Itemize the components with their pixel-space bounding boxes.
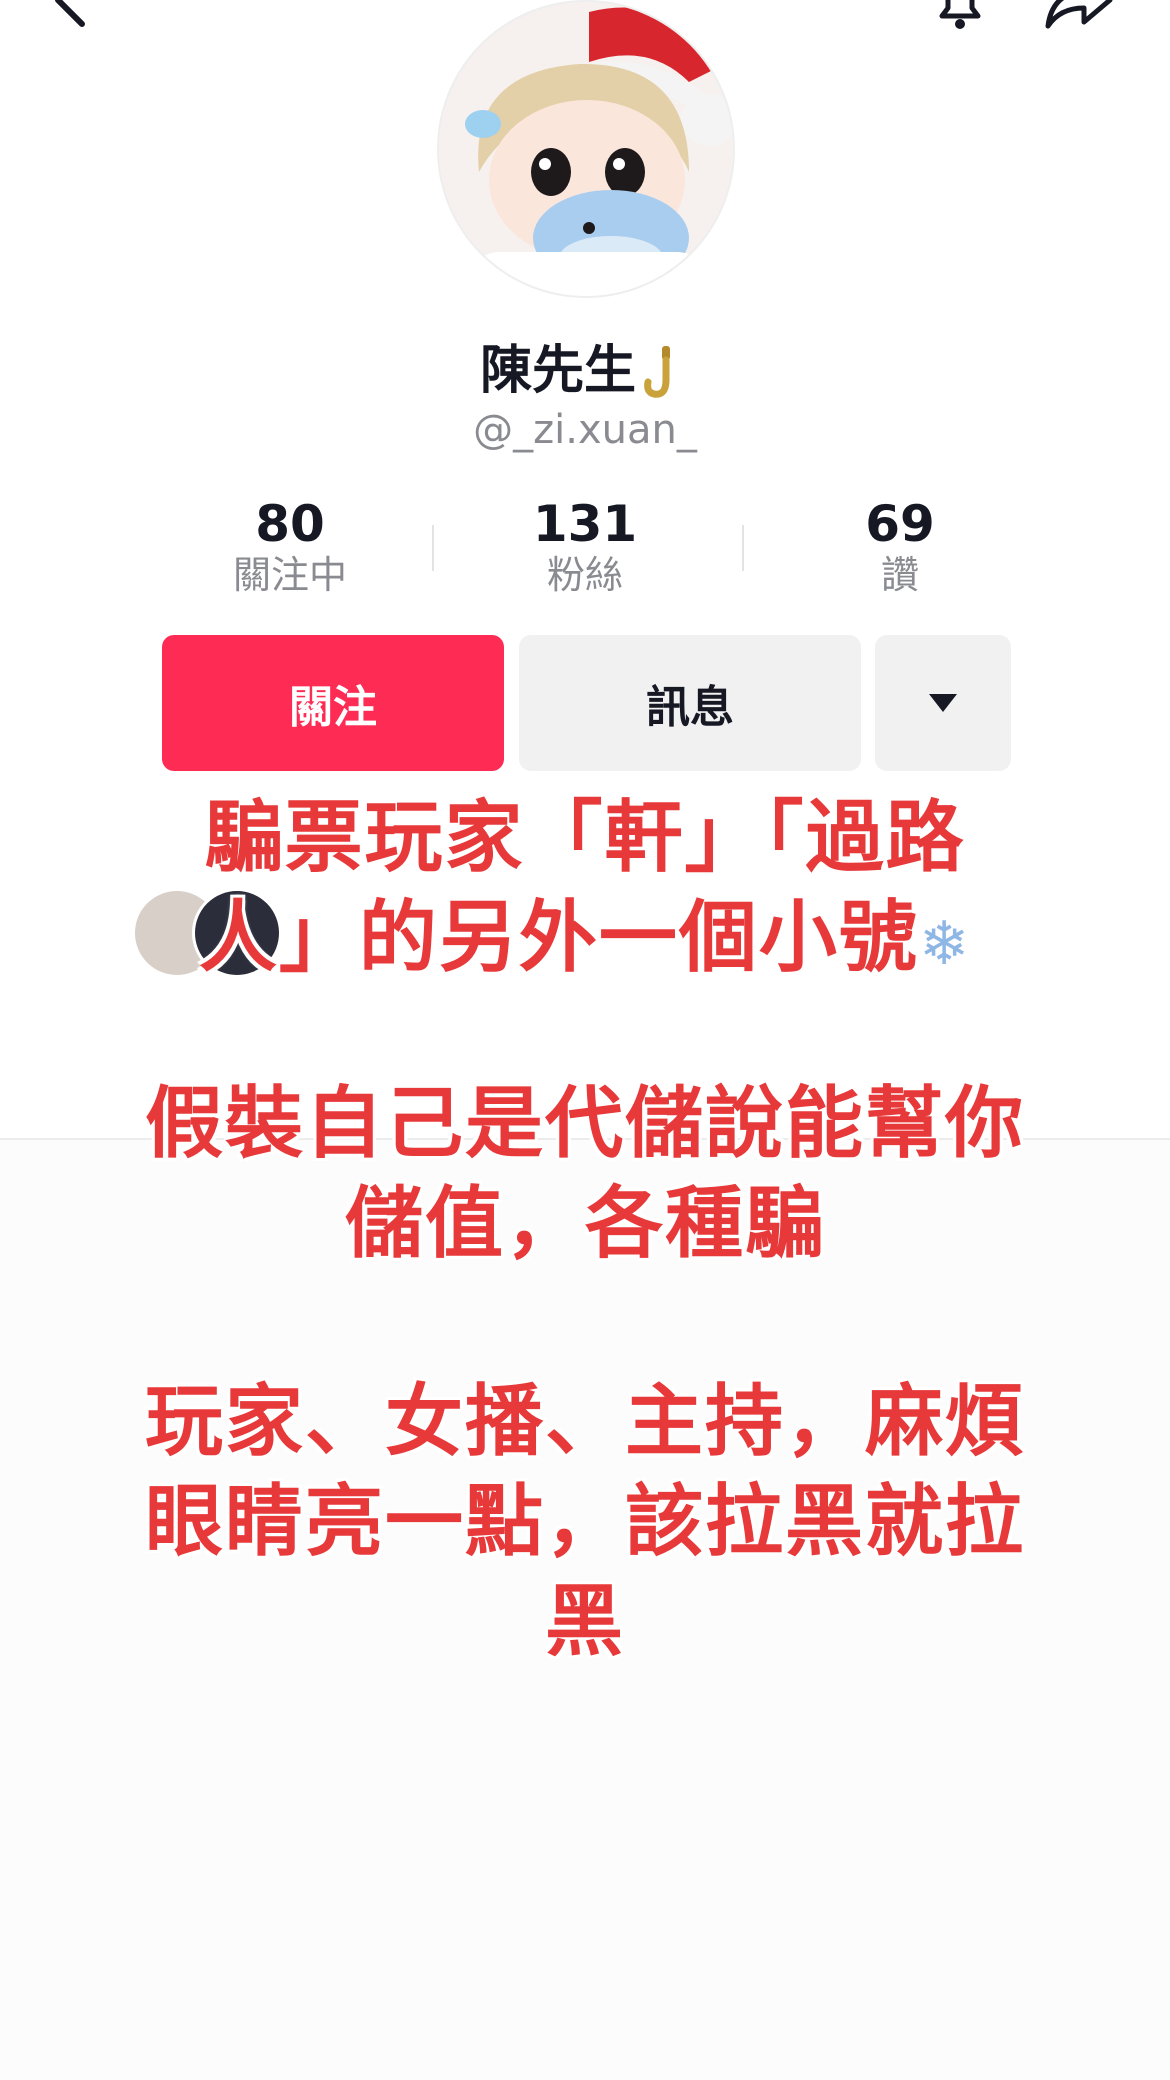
stat-likes[interactable]: 69 讚 xyxy=(760,495,1040,597)
message-button[interactable]: 訊息 xyxy=(519,635,861,771)
stat-following-label: 關注中 xyxy=(232,553,347,597)
overlay-line-1: 騙票玩家「軒」「過路 xyxy=(204,793,966,883)
display-name-row: 陳先生 xyxy=(0,328,1170,404)
stat-divider xyxy=(742,525,744,571)
hook-icon xyxy=(644,346,670,398)
stat-followers-label: 粉絲 xyxy=(546,553,623,597)
back-arrow-icon[interactable] xyxy=(44,0,104,30)
display-name: 陳先生 xyxy=(479,341,636,401)
stat-following[interactable]: 80 關注中 xyxy=(150,495,430,597)
profile-actions: 關注 訊息 xyxy=(0,635,1170,771)
stat-followers[interactable]: 131 粉絲 xyxy=(445,495,725,597)
overlay-line-3: 假裝自己是代儲說能幫你 xyxy=(144,1079,1025,1169)
avatar-illustration xyxy=(439,2,733,296)
stat-likes-label: 讚 xyxy=(880,553,919,597)
stat-divider xyxy=(432,525,434,571)
stat-following-count: 80 xyxy=(255,495,325,553)
overlay-line-7: 黑 xyxy=(544,1577,625,1667)
stat-likes-count: 69 xyxy=(865,495,935,553)
username-handle: @_zi.xuan_ xyxy=(473,407,697,453)
stat-followers-count: 131 xyxy=(532,495,638,553)
share-icon[interactable] xyxy=(1040,0,1116,32)
overlay-line-5: 玩家、女播、主持，麻煩 xyxy=(144,1377,1025,1467)
overlay-line-6: 眼睛亮一點，該拉黑就拉 xyxy=(144,1477,1025,1567)
overlay-line-2-text: 人」的另外一個小號 xyxy=(198,893,919,983)
bell-icon[interactable] xyxy=(928,0,992,36)
more-options-button[interactable] xyxy=(875,635,1011,771)
overlay-line-2: 人」的另外一個小號❄ xyxy=(0,888,1170,994)
overlay-line-4: 儲值，各種騙 xyxy=(344,1179,825,1269)
follow-button[interactable]: 關注 xyxy=(162,635,504,771)
avatar-image xyxy=(437,0,735,298)
profile-stats: 80 關注中 131 粉絲 69 讚 xyxy=(150,495,1020,605)
triangle-down-icon xyxy=(929,694,957,712)
snowflake-icon: ❄ xyxy=(918,909,972,979)
profile-avatar[interactable] xyxy=(437,0,735,298)
